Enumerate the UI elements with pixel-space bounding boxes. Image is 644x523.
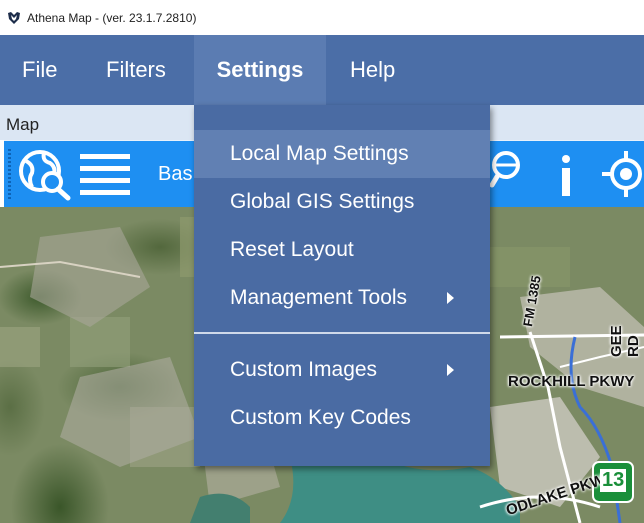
road-label-rockhill-pkwy: ROCKHILL PKWY [508, 373, 635, 390]
panel-title: Map [6, 115, 40, 134]
list-icon[interactable] [80, 153, 132, 197]
info-icon[interactable] [556, 151, 576, 199]
road-label-gee-rd: GEE RD [608, 325, 642, 357]
menu-item-local-map-settings[interactable]: Local Map Settings [194, 130, 490, 178]
menu-file[interactable]: File [22, 35, 57, 105]
menu-bar: File Filters Settings Help [0, 35, 644, 105]
menu-item-label: Reset Layout [230, 238, 354, 261]
toolbar-grip[interactable] [8, 149, 11, 199]
menu-item-label: Global GIS Settings [230, 190, 415, 213]
menu-item-label: Management Tools [230, 286, 408, 309]
settings-dropdown: Local Map Settings Global GIS Settings R… [194, 105, 490, 466]
crosshair-icon[interactable] [600, 149, 644, 199]
menu-item-management-tools[interactable]: Management Tools [194, 274, 490, 322]
menu-help[interactable]: Help [350, 35, 395, 105]
submenu-arrow-icon [447, 292, 454, 304]
highway-shield-label: 13 [600, 469, 627, 492]
menu-filters[interactable]: Filters [106, 35, 166, 105]
menu-item-custom-key-codes[interactable]: Custom Key Codes [194, 394, 490, 442]
menu-settings[interactable]: Settings [194, 35, 326, 105]
window-title: Athena Map - (ver. 23.1.7.2810) [27, 10, 197, 25]
basemap-label[interactable]: Bas [158, 163, 192, 186]
menu-item-label: Custom Key Codes [230, 406, 411, 429]
menu-separator [194, 332, 490, 334]
menu-item-label: Custom Images [230, 358, 378, 381]
menu-item-global-gis-settings[interactable]: Global GIS Settings [194, 178, 490, 226]
menu-item-custom-images[interactable]: Custom Images [194, 346, 490, 394]
athena-logo-icon [8, 11, 20, 24]
magnifier-icon[interactable] [490, 149, 530, 201]
title-bar: Athena Map - (ver. 23.1.7.2810) [0, 0, 644, 35]
submenu-arrow-icon [447, 364, 454, 376]
globe-search-icon[interactable] [18, 149, 72, 201]
menu-item-label: Local Map Settings [230, 142, 409, 165]
menu-item-reset-layout[interactable]: Reset Layout [194, 226, 490, 274]
